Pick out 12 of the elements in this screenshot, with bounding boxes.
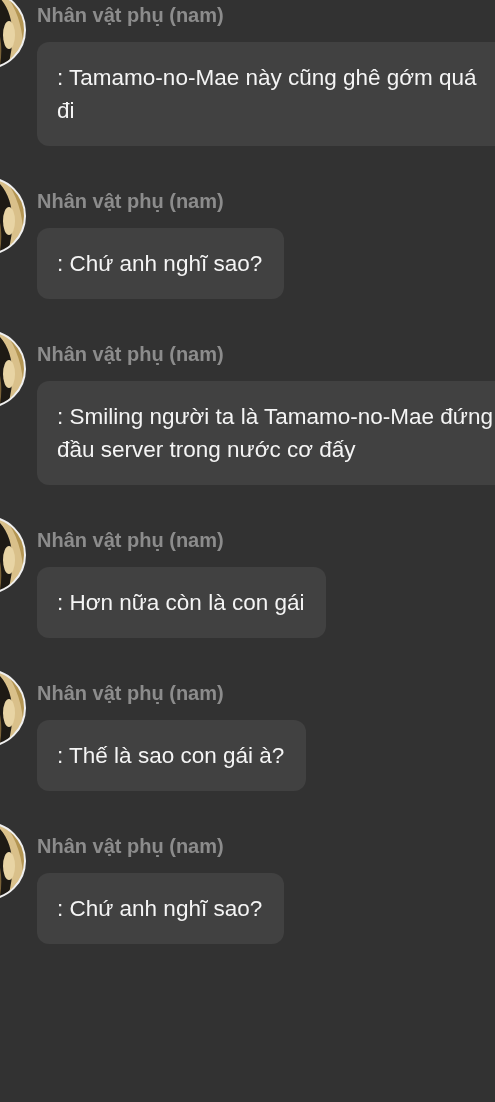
sender-name: Nhân vật phụ (nam) xyxy=(37,681,225,706)
sender-name: Nhân vật phụ (nam) xyxy=(37,342,225,367)
message-bubble: : Chứ anh nghĩ sao? xyxy=(37,228,285,299)
sender-name: Nhân vật phụ (nam) xyxy=(37,3,225,28)
message-bubble: : Hơn nữa còn là con gái xyxy=(37,567,327,638)
message-bubble: : Thế là sao con gái à? xyxy=(37,720,307,791)
sender-name: Nhân vật phụ (nam) xyxy=(37,189,225,214)
sender-name: Nhân vật phụ (nam) xyxy=(37,528,225,553)
sender-name: Nhân vật phụ (nam) xyxy=(37,834,225,859)
message-bubble: : Smiling người ta là Tamamo-no-Mae đứng đầu server trong nước cơ đấy xyxy=(37,381,495,485)
message-bubble: : Chứ anh nghĩ sao? xyxy=(37,873,285,944)
message-bubble: : Tamamo-no-Mae này cũng ghê gớm quá đi xyxy=(37,42,495,146)
